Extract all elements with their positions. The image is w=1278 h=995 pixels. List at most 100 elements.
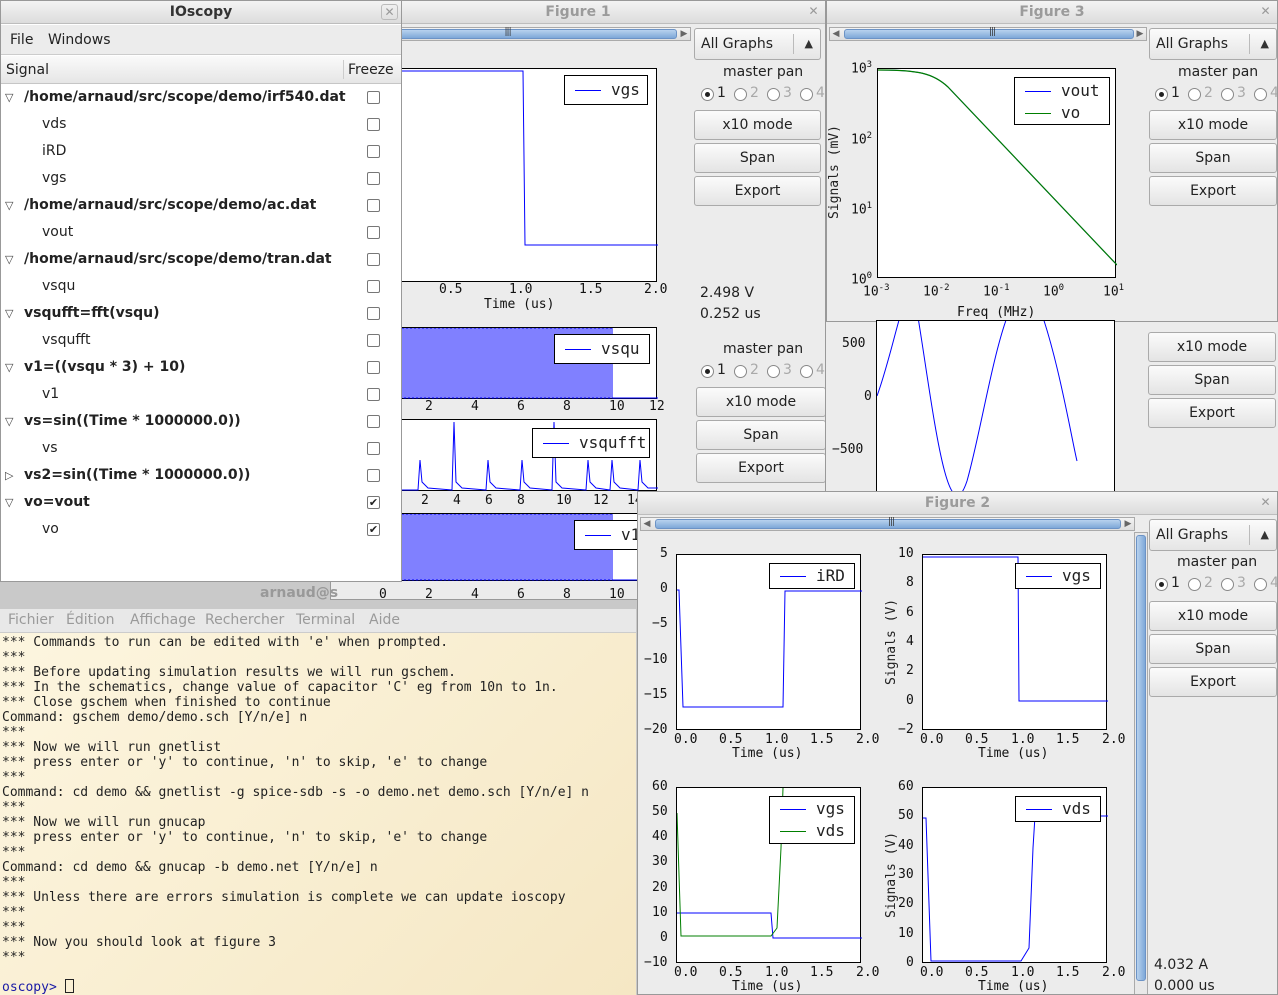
- terminal-prompt[interactable]: oscopy>: [2, 979, 74, 995]
- file-row[interactable]: ▽ /home/arnaud/src/scope/demo/irf540.dat: [1, 84, 401, 111]
- signal-row[interactable]: vs: [1, 435, 401, 462]
- terminal-menu-item[interactable]: Édition: [66, 612, 114, 628]
- close-icon[interactable]: ✕: [381, 4, 398, 20]
- freeze-checkbox[interactable]: [367, 91, 380, 104]
- chevron-right-icon[interactable]: ▶: [1122, 518, 1134, 530]
- figure1-vsqu-plot[interactable]: vsqu: [401, 327, 658, 399]
- figure3-hscroll[interactable]: ◀▶: [829, 27, 1147, 41]
- pan-radio-2[interactable]: [734, 88, 747, 101]
- file-row[interactable]: ▷ vs2=sin((Time * 1000000.0)): [1, 462, 401, 489]
- freeze-checkbox[interactable]: [367, 280, 380, 293]
- file-row[interactable]: ▽ /home/arnaud/src/scope/demo/ac.dat: [1, 192, 401, 219]
- terminal-menu-item[interactable]: Rechercher: [205, 612, 284, 628]
- pan-radio-4[interactable]: [800, 88, 813, 101]
- pan-radio-2[interactable]: [734, 365, 747, 378]
- pan-radio-1[interactable]: [1155, 578, 1168, 591]
- figure1-titlebar[interactable]: Figure 1 ✕: [331, 1, 825, 24]
- signal-row[interactable]: vout: [1, 219, 401, 246]
- pan-radio-1[interactable]: [1155, 88, 1168, 101]
- pan-radio-4[interactable]: [800, 365, 813, 378]
- triangle-down-icon[interactable]: ▽: [5, 192, 13, 219]
- terminal-menu-item[interactable]: Aide: [369, 612, 400, 628]
- close-icon[interactable]: ✕: [1257, 495, 1274, 511]
- file-row[interactable]: ▽ /home/arnaud/src/scope/demo/tran.dat: [1, 246, 401, 273]
- figure2-plot-vgs[interactable]: vgs: [922, 554, 1108, 730]
- col-freeze[interactable]: Freeze: [348, 62, 394, 78]
- pan-radio-1[interactable]: [701, 365, 714, 378]
- scroll-thumb[interactable]: [655, 517, 1121, 529]
- terminal-menu-item[interactable]: Fichier: [8, 612, 54, 628]
- pan-radio-2[interactable]: [1188, 578, 1201, 591]
- col-signal[interactable]: Signal: [6, 62, 49, 78]
- triangle-right-icon[interactable]: ▷: [5, 462, 13, 489]
- figure3-plot[interactable]: vout vo: [877, 68, 1118, 278]
- all-graphs-select[interactable]: All Graphs ▲: [694, 28, 821, 60]
- freeze-checkbox[interactable]: [367, 118, 380, 131]
- freeze-checkbox[interactable]: [367, 226, 380, 239]
- file-row[interactable]: ▽ vs=sin((Time * 1000000.0)): [1, 408, 401, 435]
- pan-radio-4[interactable]: [1254, 578, 1267, 591]
- pan-radio-3[interactable]: [1221, 88, 1234, 101]
- file-row[interactable]: ▽ vsqufft=fft(vsqu): [1, 300, 401, 327]
- span-button[interactable]: Span: [1148, 365, 1276, 395]
- freeze-checkbox[interactable]: [367, 253, 380, 266]
- figure2-titlebar[interactable]: Figure 2 ✕: [638, 492, 1277, 515]
- chevron-right-icon[interactable]: ▶: [1134, 28, 1146, 40]
- ioscopy-titlebar[interactable]: IOscopy ✕: [1, 1, 401, 24]
- signal-row[interactable]: vgs: [1, 165, 401, 192]
- triangle-down-icon[interactable]: ▽: [5, 354, 13, 381]
- span-button-2[interactable]: Span: [696, 420, 825, 450]
- pan-radio-2[interactable]: [1188, 88, 1201, 101]
- figure2-vscroll[interactable]: [1134, 532, 1148, 994]
- all-graphs-select[interactable]: All Graphs ▲: [1149, 519, 1277, 551]
- terminal-window[interactable]: Fichier Édition Affichage Rechercher Termina…: [0, 609, 636, 995]
- signal-row[interactable]: vo ✔: [1, 516, 401, 543]
- export-button[interactable]: Export: [1149, 176, 1277, 206]
- close-icon[interactable]: ✕: [1257, 4, 1274, 20]
- export-button-2[interactable]: Export: [696, 453, 825, 483]
- triangle-down-icon[interactable]: ▽: [5, 84, 13, 111]
- terminal-menu-item[interactable]: Affichage: [130, 612, 196, 628]
- figure2-plot-vgs-vds[interactable]: vgs vds: [676, 787, 862, 963]
- triangle-down-icon[interactable]: ▽: [5, 489, 13, 516]
- pan-radio-4[interactable]: [1254, 88, 1267, 101]
- x10-mode-button-2[interactable]: x10 mode: [696, 387, 825, 417]
- freeze-checkbox[interactable]: [367, 145, 380, 158]
- export-button[interactable]: Export: [1149, 667, 1277, 697]
- all-graphs-select[interactable]: All Graphs ▲: [1149, 28, 1277, 60]
- menu-file[interactable]: File: [10, 32, 33, 48]
- x10-mode-button[interactable]: x10 mode: [1149, 110, 1277, 140]
- freeze-checkbox[interactable]: ✔: [367, 523, 380, 536]
- freeze-checkbox[interactable]: [367, 361, 380, 374]
- freeze-checkbox[interactable]: [367, 334, 380, 347]
- freeze-checkbox[interactable]: [367, 442, 380, 455]
- figure2-hscroll[interactable]: ◀▶: [640, 517, 1135, 531]
- pan-radio-3[interactable]: [1221, 578, 1234, 591]
- x10-mode-button[interactable]: x10 mode: [1149, 601, 1277, 631]
- freeze-checkbox[interactable]: [367, 199, 380, 212]
- pan-radio-3[interactable]: [767, 365, 780, 378]
- signal-row[interactable]: vsqufft: [1, 327, 401, 354]
- figure2-plot-ird[interactable]: iRD: [676, 554, 862, 730]
- scroll-thumb[interactable]: [844, 27, 1134, 39]
- file-row[interactable]: ▽ v1=((vsqu * 3) + 10): [1, 354, 401, 381]
- close-icon[interactable]: ✕: [805, 4, 822, 20]
- signal-row[interactable]: iRD: [1, 138, 401, 165]
- freeze-checkbox[interactable]: [367, 469, 380, 482]
- triangle-down-icon[interactable]: ▽: [5, 300, 13, 327]
- signal-row[interactable]: vsqu: [1, 273, 401, 300]
- freeze-checkbox[interactable]: ✔: [367, 496, 380, 509]
- triangle-down-icon[interactable]: ▽: [5, 408, 13, 435]
- export-button[interactable]: Export: [1148, 398, 1276, 428]
- chevron-left-icon[interactable]: ◀: [641, 518, 653, 530]
- x10-mode-button[interactable]: x10 mode: [1148, 332, 1276, 362]
- figure1-vsqufft-plot[interactable]: vsqufft: [401, 419, 658, 491]
- export-button[interactable]: Export: [694, 176, 821, 206]
- figure3-titlebar[interactable]: Figure 3 ✕: [827, 1, 1277, 24]
- signal-row[interactable]: vds: [1, 111, 401, 138]
- span-button[interactable]: Span: [1149, 143, 1277, 173]
- terminal-menu-item[interactable]: Terminal: [296, 612, 355, 628]
- file-row[interactable]: ▽ vo=vout ✔: [1, 489, 401, 516]
- triangle-down-icon[interactable]: ▽: [5, 246, 13, 273]
- menu-windows[interactable]: Windows: [48, 32, 111, 48]
